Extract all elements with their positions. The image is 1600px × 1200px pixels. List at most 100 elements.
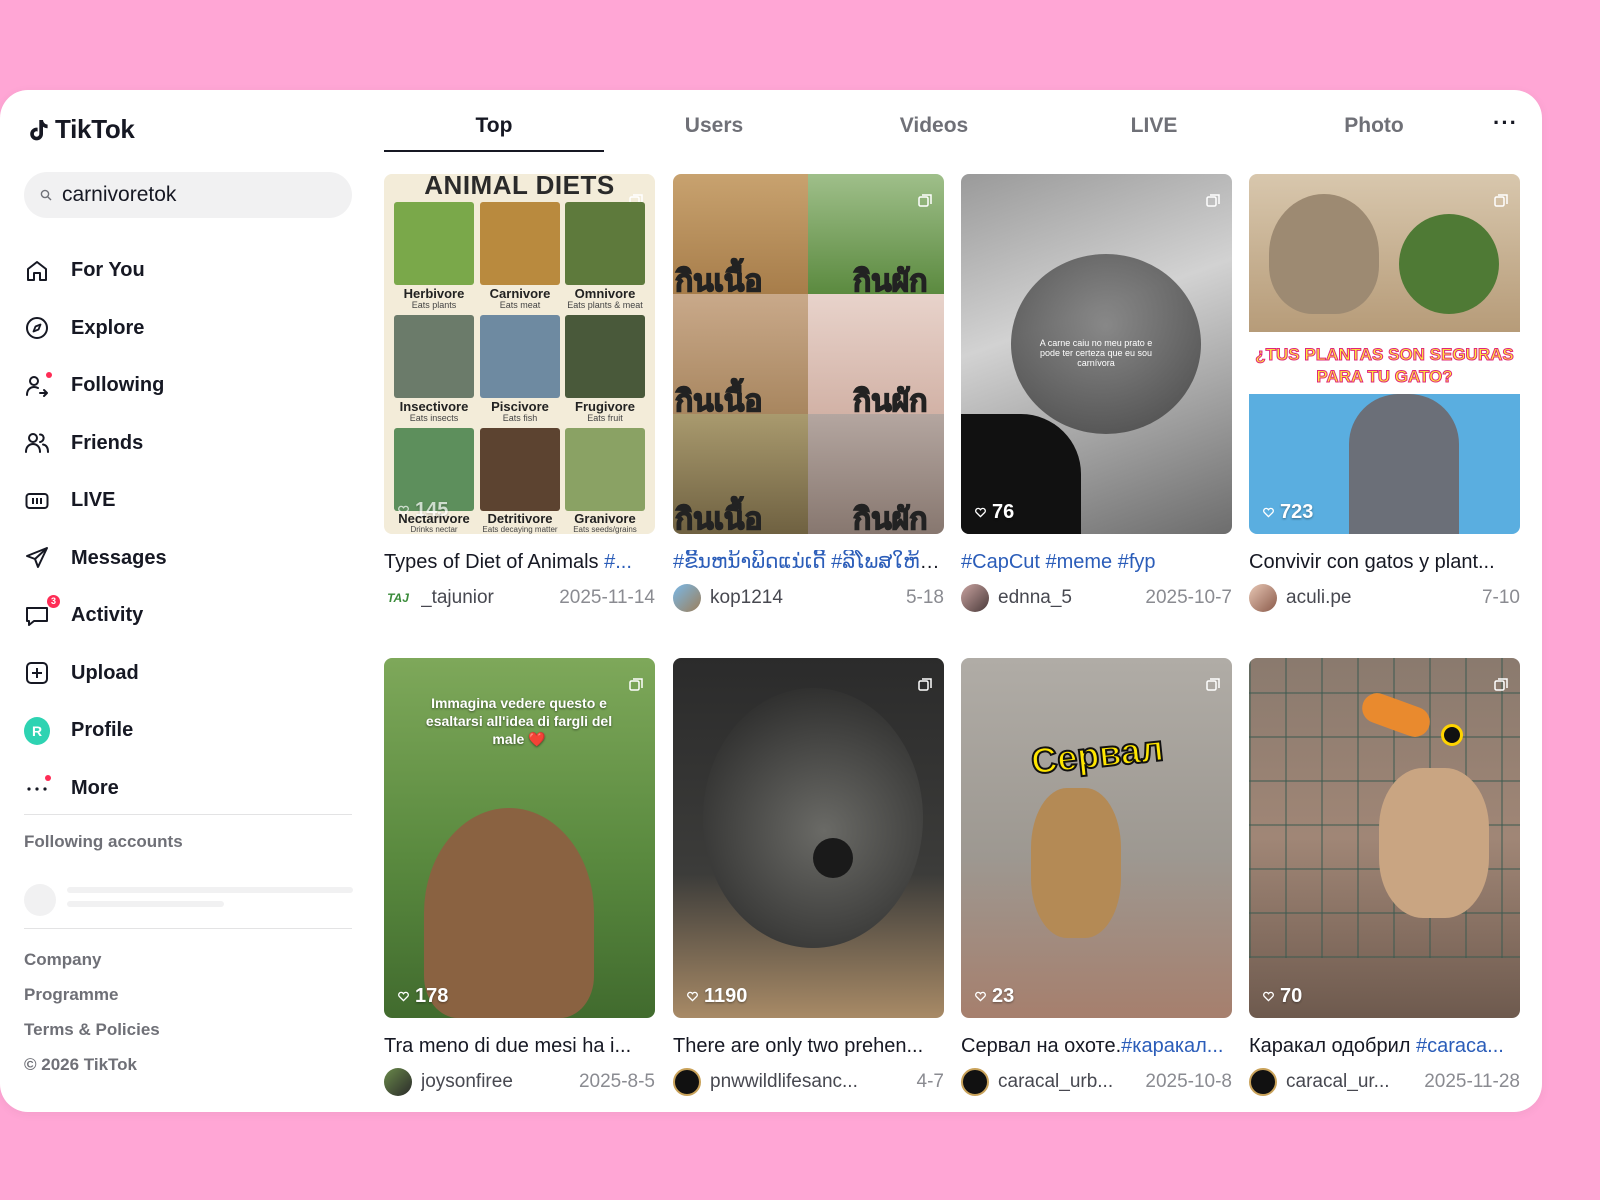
sidebar-item-upload[interactable]: Upload [24, 645, 354, 703]
search-bar[interactable] [24, 172, 352, 218]
heart-icon [398, 505, 409, 516]
video-caption[interactable]: Tra meno di due mesi ha i... [384, 1034, 655, 1058]
sidebar-item-profile[interactable]: R Profile [24, 702, 354, 760]
sidebar-item-label: Explore [71, 316, 145, 339]
caption-text: Каракал одобрил [1249, 1035, 1417, 1057]
thai-label: กินผัก [852, 384, 928, 419]
video-card[interactable]: 70 Каракал одобрил #caraca... caracal_ur… [1249, 658, 1520, 1096]
footer-link-programme[interactable]: Programme [24, 977, 160, 1012]
diet-image [565, 202, 645, 285]
video-thumbnail[interactable]: ANIMAL DIETS Herbivore Eats plants Carni… [384, 174, 655, 534]
skeleton-avatar [24, 884, 56, 916]
video-card[interactable]: ANIMAL DIETS Herbivore Eats plants Carni… [384, 174, 655, 612]
video-card[interactable]: ¿TUS PLANTAS SON SEGURAS PARA TU GATO? 7… [1249, 174, 1520, 612]
tab-live[interactable]: LIVE [1044, 114, 1264, 138]
plant-shape [1399, 214, 1499, 314]
video-caption[interactable]: #CapCut #meme #fyp [961, 550, 1232, 574]
diet-label: Frugivore [575, 399, 635, 414]
diet-image [394, 315, 474, 398]
caption-hashtag[interactable]: #CapCut #meme #fyp [961, 551, 1156, 573]
user-avatar[interactable] [673, 584, 701, 612]
heart-icon [398, 991, 409, 1002]
like-count-value: 76 [992, 501, 1015, 523]
sidebar-item-for-you[interactable]: For You [24, 242, 354, 300]
sidebar-item-label: Following [71, 374, 165, 397]
video-thumbnail[interactable]: กินเนื้อ กินผัก กินเนื้อ กินผัก กินเนื้อ… [673, 174, 944, 534]
username[interactable]: pnwwildlifesanc... [710, 1071, 917, 1093]
tab-photo[interactable]: Photo [1264, 114, 1484, 138]
username[interactable]: joysonfiree [421, 1071, 579, 1093]
like-count-value: 723 [1280, 501, 1314, 523]
caption-hashtag[interactable]: #caraca... [1416, 1035, 1504, 1057]
sidebar-item-live[interactable]: LIVE [24, 472, 354, 530]
heart-icon [687, 991, 698, 1002]
thai-label: กินเนื้อ [674, 384, 763, 419]
user-avatar[interactable] [961, 1068, 989, 1096]
tab-videos[interactable]: Videos [824, 114, 1044, 138]
sidebar-item-activity[interactable]: 3 Activity [24, 587, 354, 645]
video-caption[interactable]: Каракал одобрил #caraca... [1249, 1034, 1520, 1058]
video-thumbnail[interactable]: Сервал 23 [961, 658, 1232, 1018]
heart-icon [1263, 991, 1274, 1002]
more-tabs-button[interactable]: ··· [1493, 110, 1518, 136]
user-avatar[interactable] [961, 584, 989, 612]
tab-users[interactable]: Users [604, 114, 824, 138]
like-count-value: 70 [1280, 985, 1303, 1007]
diet-image [565, 428, 645, 511]
video-caption[interactable]: #ຂີ້ນຫນ້າພິດແນ່ເດີ້ #ລີໂພສໃຫ້ທອ... [673, 550, 944, 574]
user-avatar[interactable] [384, 1068, 412, 1096]
video-thumbnail[interactable]: ¿TUS PLANTAS SON SEGURAS PARA TU GATO? 7… [1249, 174, 1520, 534]
footer-link-company[interactable]: Company [24, 942, 160, 977]
notification-dot [46, 371, 52, 378]
post-date: 2025-10-7 [1145, 587, 1232, 608]
video-thumbnail[interactable]: 1190 [673, 658, 944, 1018]
sidebar-item-explore[interactable]: Explore [24, 300, 354, 358]
post-date: 2025-11-28 [1424, 1071, 1520, 1092]
video-caption[interactable]: There are only two prehen... [673, 1034, 944, 1058]
username[interactable]: ednna_5 [998, 587, 1145, 609]
user-avatar[interactable] [1249, 584, 1277, 612]
video-card[interactable]: Сервал 23 Сервал на охоте.#каракал... ca… [961, 658, 1232, 1096]
caption-hashtag[interactable]: #каракал... [1121, 1035, 1223, 1057]
like-count: 70 [1263, 985, 1302, 1008]
user-avatar[interactable] [1249, 1068, 1277, 1096]
upload-icon [24, 660, 50, 686]
diet-image [394, 202, 474, 285]
sidebar-item-more[interactable]: More [24, 760, 354, 818]
video-thumbnail[interactable]: 70 [1249, 658, 1520, 1018]
following-accounts-title: Following accounts [24, 832, 183, 851]
diet-image [480, 428, 560, 511]
search-input[interactable] [62, 183, 322, 207]
tab-top[interactable]: Top [384, 114, 604, 138]
sidebar-item-messages[interactable]: Messages [24, 530, 354, 588]
username[interactable]: caracal_ur... [1286, 1071, 1424, 1093]
sidebar-item-friends[interactable]: Friends [24, 415, 354, 473]
video-card[interactable]: Immagina vedere questo e esaltarsi all'i… [384, 658, 655, 1096]
username[interactable]: aculi.pe [1286, 587, 1482, 609]
video-caption[interactable]: Types of Diet of Animals #... [384, 550, 655, 574]
thumb-title: ¿TUS PLANTAS SON SEGURAS PARA TU GATO? [1255, 345, 1514, 387]
caption-text: Types of Diet of Animals [384, 551, 605, 573]
user-avatar[interactable] [673, 1068, 701, 1096]
caption-hashtag[interactable]: #ຂີ້ນຫນ້າພິດແນ່ເດີ້ #ລີໂພສໃຫ້ທອ... [673, 551, 944, 573]
sidebar-item-following[interactable]: Following [24, 357, 354, 415]
video-caption[interactable]: Convivir con gatos y plant... [1249, 550, 1520, 574]
caption-text: There are only two prehen... [673, 1035, 924, 1057]
sidebar-item-label: Profile [71, 719, 134, 742]
footer-link-terms[interactable]: Terms & Policies [24, 1012, 160, 1047]
video-card[interactable]: 1190 There are only two prehen... pnwwil… [673, 658, 944, 1096]
tiktok-logo[interactable]: TikTok [27, 114, 135, 145]
video-thumbnail[interactable]: Immagina vedere questo e esaltarsi all'i… [384, 658, 655, 1018]
friends-icon [24, 430, 50, 456]
caption-hashtag[interactable]: #... [604, 551, 632, 573]
video-thumbnail[interactable]: A carne caiu no meu prato e pode ter cer… [961, 174, 1232, 534]
thai-label: กินผัก [852, 502, 928, 534]
video-card[interactable]: กินเนื้อ กินผัก กินเนื้อ กินผัก กินเนื้อ… [673, 174, 944, 612]
video-caption[interactable]: Сервал на охоте.#каракал... [961, 1034, 1232, 1058]
user-avatar[interactable]: TAJ [384, 584, 412, 612]
username[interactable]: kop1214 [710, 587, 906, 609]
video-card[interactable]: A carne caiu no meu prato e pode ter cer… [961, 174, 1232, 612]
sticker-dot [1441, 724, 1463, 746]
username[interactable]: _tajunior [421, 587, 559, 609]
username[interactable]: caracal_urb... [998, 1071, 1145, 1093]
